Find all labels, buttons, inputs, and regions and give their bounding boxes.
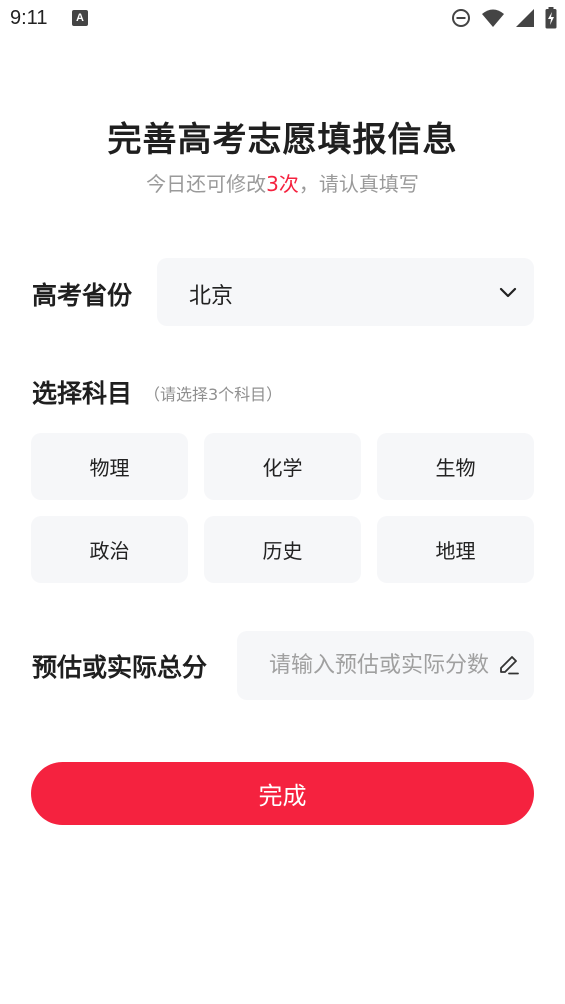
subjects-label: 选择科目 [32, 379, 133, 408]
province-select[interactable]: 北京 [157, 258, 534, 326]
subject-chip-geography[interactable]: 地理 [377, 516, 534, 583]
province-label: 高考省份 [32, 281, 133, 310]
subject-chip-politics[interactable]: 政治 [31, 516, 188, 583]
page-title: 完善高考志愿填报信息 [107, 120, 458, 160]
chevron-down-icon [499, 287, 517, 298]
status-time: 9:11 [10, 7, 48, 29]
subjects-hint: （请选择3个科目） [144, 385, 283, 404]
battery-icon [545, 7, 557, 29]
status-bar: 9:11 A [0, 0, 565, 38]
score-label: 预估或实际总分 [32, 653, 208, 682]
page-subtitle: 今日还可修改3次，请认真填写 [0, 168, 565, 197]
subtitle-suffix: ，请认真填写 [298, 172, 419, 196]
province-selected-value: 北京 [189, 284, 234, 309]
subject-chip-physics[interactable]: 物理 [31, 433, 188, 500]
dnd-icon [452, 9, 470, 27]
subject-chip-history[interactable]: 历史 [204, 516, 361, 583]
done-button[interactable]: 完成 [31, 762, 534, 825]
subtitle-prefix: 今日还可修改 [146, 172, 267, 196]
signal-icon [516, 9, 534, 27]
remaining-edits-count: 3次 [266, 172, 299, 196]
score-field[interactable] [237, 631, 534, 700]
subject-chip-biology[interactable]: 生物 [377, 433, 534, 500]
score-input[interactable] [269, 631, 499, 700]
notification-icon: A [72, 10, 88, 26]
subject-chip-chemistry[interactable]: 化学 [204, 433, 361, 500]
wifi-icon [482, 9, 504, 27]
edit-pencil-icon [500, 656, 519, 675]
